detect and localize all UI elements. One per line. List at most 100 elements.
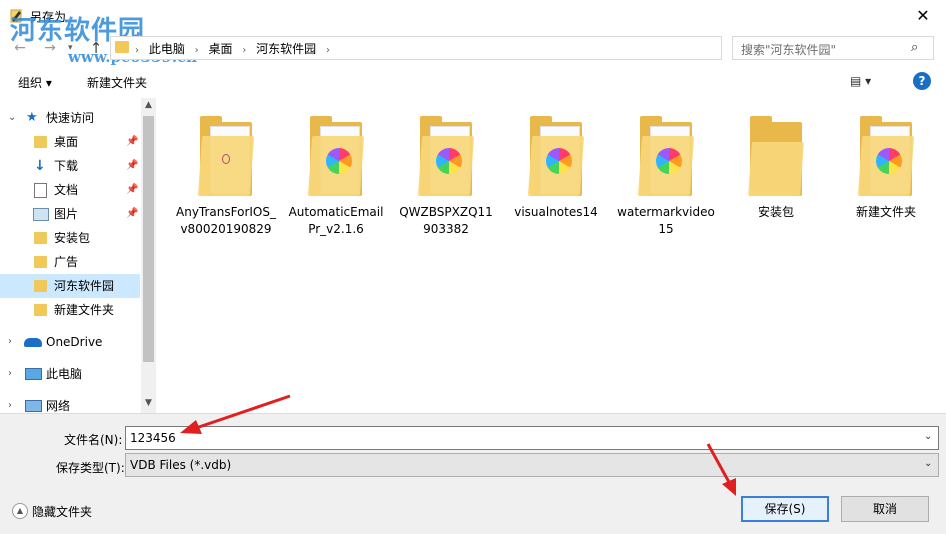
file-name: AnyTransForIOS_v80020190829 — [176, 205, 276, 236]
save-button[interactable]: 保存(S) — [741, 496, 829, 522]
computer-icon — [25, 368, 42, 380]
nav-item-documents[interactable]: 文档 📌 — [0, 178, 140, 202]
document-icon — [34, 183, 47, 198]
filename-field[interactable]: 123456 ⌄ — [125, 426, 939, 450]
nav-item-new-folder[interactable]: 新建文件夹 — [0, 298, 140, 322]
nav-label: OneDrive — [46, 335, 103, 349]
filename-value[interactable]: 123456 — [130, 431, 176, 445]
navigation-pane: ⌄ ★ 快速访问 桌面 📌 ↓ 下载 📌 文档 📌 图片 📌 安装包 广告 河东… — [0, 98, 156, 413]
file-item[interactable]: AnyTransForIOS_v80020190829 — [174, 116, 278, 238]
folder-icon — [34, 280, 47, 292]
file-name: watermarkvideo15 — [617, 205, 715, 236]
folder-with-app-icon — [857, 116, 915, 196]
address-bar[interactable]: › 此电脑 › 桌面 › 河东软件园 › ⌄ ↻ — [110, 36, 826, 60]
hide-folders-label[interactable]: 隐藏文件夹 — [32, 503, 92, 520]
back-arrow-icon[interactable]: ← — [10, 38, 30, 58]
file-item[interactable]: 新建文件夹 — [834, 116, 938, 221]
folder-with-app-icon — [637, 116, 695, 196]
nav-label: 图片 — [54, 207, 79, 221]
cloud-icon — [24, 338, 42, 347]
pin-icon[interactable]: 📌 — [126, 202, 138, 226]
chevron-right-icon[interactable]: › — [8, 330, 12, 354]
chevron-right-icon[interactable]: › — [242, 45, 246, 56]
filetype-label: 保存类型(T): — [56, 461, 125, 475]
chevron-down-icon[interactable]: ⌄ — [924, 458, 932, 469]
organize-button[interactable]: 组织 ▾ — [18, 74, 52, 91]
file-list: AnyTransForIOS_v80020190829 AutomaticEma… — [160, 98, 946, 413]
save-options-panel: 文件名(N): 123456 ⌄ 保存类型(T): VDB Files (*.v… — [0, 413, 946, 534]
nav-label: 此电脑 — [46, 367, 83, 381]
file-item[interactable]: 安装包 — [724, 116, 828, 221]
file-item[interactable]: visualnotes14 — [504, 116, 608, 221]
file-name: AutomaticEmailPr_v2.1.6 — [288, 205, 384, 236]
folder-with-app-icon — [307, 116, 365, 196]
search-input[interactable]: 搜索"河东软件园" ⌕ — [732, 36, 934, 60]
close-button[interactable]: ✕ — [900, 0, 946, 32]
nav-label: 安装包 — [54, 231, 91, 245]
nav-item-pictures[interactable]: 图片 📌 — [0, 202, 140, 226]
file-item[interactable]: AutomaticEmailPr_v2.1.6 — [284, 116, 388, 238]
search-placeholder: 搜索"河东软件园" — [741, 43, 837, 57]
folder-icon — [748, 116, 804, 196]
folder-with-app-icon — [527, 116, 585, 196]
chevron-right-icon[interactable]: › — [135, 45, 139, 56]
download-icon: ↓ — [34, 158, 46, 174]
picture-icon — [33, 208, 49, 221]
network-icon — [25, 400, 42, 412]
folder-with-app-icon — [417, 116, 475, 196]
nav-item-downloads[interactable]: ↓ 下载 📌 — [0, 154, 140, 178]
toolbar: 组织 ▾ 新建文件夹 ▤ ▾ ? — [0, 66, 946, 98]
nav-quick-access[interactable]: ⌄ ★ 快速访问 — [0, 106, 140, 130]
nav-label: 文档 — [54, 183, 79, 197]
pin-icon[interactable]: 📌 — [126, 154, 138, 178]
nav-item-desktop[interactable]: 桌面 📌 — [0, 130, 140, 154]
filetype-select[interactable]: VDB Files (*.vdb) ⌄ — [125, 453, 939, 477]
star-icon: ★ — [26, 110, 38, 125]
nav-item-hedong[interactable]: 河东软件园 — [0, 274, 140, 298]
chevron-down-icon[interactable]: ⌄ — [8, 106, 16, 130]
help-icon[interactable]: ? — [913, 72, 931, 90]
file-item[interactable]: watermarkvideo15 — [614, 116, 718, 238]
new-folder-button[interactable]: 新建文件夹 — [87, 74, 147, 91]
nav-item-ads[interactable]: 广告 — [0, 250, 140, 274]
filetype-value: VDB Files (*.vdb) — [130, 458, 232, 472]
folder-icon — [34, 304, 47, 316]
chevron-down-icon[interactable]: ⌄ — [924, 431, 932, 442]
pin-icon[interactable]: 📌 — [126, 178, 138, 202]
forward-arrow-icon[interactable]: → — [40, 38, 60, 58]
up-arrow-icon[interactable]: ↑ — [86, 38, 106, 58]
chevron-up-icon[interactable]: ▲ — [12, 503, 28, 519]
scroll-up-icon[interactable]: ▲ — [141, 100, 156, 110]
pin-icon[interactable]: 📌 — [126, 130, 138, 154]
nav-label: 广告 — [54, 255, 79, 269]
folder-icon — [34, 232, 47, 244]
file-name: QWZBSPXZQ11903382 — [399, 205, 493, 236]
file-name: 安装包 — [757, 205, 794, 219]
search-icon[interactable]: ⌕ — [911, 40, 918, 55]
folder-icon — [34, 256, 47, 268]
file-item[interactable]: QWZBSPXZQ11903382 — [394, 116, 498, 238]
breadcrumb-item-hedong[interactable]: 河东软件园 — [256, 40, 316, 57]
chevron-right-icon[interactable]: › — [8, 362, 12, 386]
folder-with-document-icon — [197, 116, 255, 196]
nav-onedrive[interactable]: › OneDrive — [0, 330, 140, 354]
nav-label: 新建文件夹 — [54, 303, 115, 317]
nav-item-installers[interactable]: 安装包 — [0, 226, 140, 250]
scrollbar-thumb[interactable] — [143, 116, 154, 362]
breadcrumb-item-desktop[interactable]: 桌面 — [209, 40, 233, 57]
recent-locations-chevron-icon[interactable]: ▾ — [68, 38, 82, 58]
breadcrumb-item-this-pc[interactable]: 此电脑 — [149, 40, 185, 57]
folder-icon — [115, 41, 129, 53]
chevron-right-icon[interactable]: › — [326, 45, 330, 56]
nav-label: 快速访问 — [46, 111, 95, 125]
title-bar: 另存为 河东软件园 ✕ — [0, 0, 946, 46]
nav-label: 河东软件园 — [54, 279, 115, 293]
scroll-down-icon[interactable]: ▼ — [141, 398, 156, 408]
file-name: visualnotes14 — [514, 205, 598, 219]
chevron-right-icon[interactable]: › — [195, 45, 199, 56]
nav-this-pc[interactable]: › 此电脑 — [0, 362, 140, 386]
nav-scrollbar[interactable]: ▲ ▼ — [141, 98, 156, 413]
cancel-button[interactable]: 取消 — [841, 496, 929, 522]
folder-icon — [34, 136, 47, 148]
view-options-icon[interactable]: ▤ ▾ — [850, 74, 871, 88]
